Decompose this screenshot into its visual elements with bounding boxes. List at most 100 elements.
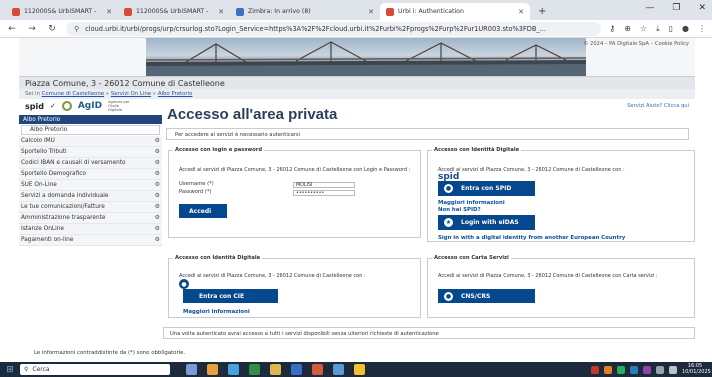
new-tab-button[interactable]: + bbox=[530, 6, 554, 20]
close-icon[interactable]: ✕ bbox=[106, 8, 112, 16]
eidas-login-button[interactable]: ★ Login with eIDAS bbox=[438, 215, 535, 230]
profile-icon[interactable]: ● bbox=[682, 24, 689, 34]
cns-button-label: CNS/CRS bbox=[461, 292, 491, 300]
sidebar-item-sue[interactable]: SUE On-Line ⚙ bbox=[19, 180, 162, 191]
bookmark-star-icon[interactable]: ☆ bbox=[640, 24, 647, 34]
tab-title: Urbi i: Authentication bbox=[398, 8, 464, 15]
login-submit-label: Accedi bbox=[189, 207, 212, 215]
back-icon[interactable]: ← bbox=[6, 24, 18, 34]
browser-tab-strip: 1120005& UrbiSMART - CONT... ✕ 1120005& … bbox=[0, 0, 712, 20]
sidebar-item-servizi-domanda[interactable]: Servizi a domanda individuale ⚙ bbox=[19, 191, 162, 202]
spid-more-info-link[interactable]: Maggiori informazioni bbox=[438, 200, 505, 206]
sidebar-subitem-albo-pretorio[interactable]: Albo Pretorio bbox=[21, 125, 160, 135]
task-view-icon[interactable] bbox=[186, 364, 197, 375]
urbi-favicon-icon bbox=[386, 7, 394, 16]
reload-icon[interactable]: ↻ bbox=[46, 24, 58, 34]
close-icon[interactable]: ✕ bbox=[368, 8, 374, 16]
auth-footer-note: Una volta autenticato avrai accesso a tu… bbox=[163, 327, 695, 339]
cie-more-info-link[interactable]: Maggiori informazioni bbox=[183, 309, 250, 315]
browser-tab-3[interactable]: Zimbra: In arrivo (8) ✕ bbox=[230, 3, 380, 20]
word-icon[interactable] bbox=[291, 364, 302, 375]
clock-date: 10/01/2025 bbox=[682, 368, 711, 375]
minimize-icon[interactable]: — bbox=[645, 3, 654, 13]
tray-app-icon[interactable] bbox=[604, 365, 612, 374]
copyright-link[interactable]: © 2024 – PA Digitale SpA – Cookie Policy bbox=[583, 41, 689, 47]
password-field[interactable]: •••••••••• bbox=[293, 190, 355, 196]
auth-notice: Per accedere ai servizi è necessario aut… bbox=[166, 128, 689, 140]
login-submit-button[interactable]: Accedi bbox=[179, 204, 227, 218]
sidebar-item-demografico[interactable]: Sportello Demografico ⚙ bbox=[19, 169, 162, 180]
spid-login-button[interactable]: ● Entra con SPID bbox=[438, 181, 535, 196]
folder-icon[interactable] bbox=[354, 364, 365, 375]
close-icon[interactable]: ✕ bbox=[518, 8, 524, 16]
address-bar[interactable]: ⚲ cloud.urbi.it/urbi/progs/urp/crsurlog.… bbox=[66, 21, 602, 36]
sidebar-item-trasparente[interactable]: Amministrazione trasparente ⚙ bbox=[19, 213, 162, 224]
browser-tab-4[interactable]: Urbi i: Authentication ✕ bbox=[380, 3, 530, 20]
sidebar-item-iban[interactable]: Codici IBAN e causali di versamento ⚙ bbox=[19, 158, 162, 169]
sidebar-item-calcolo-imu[interactable]: Calcolo IMU ⚙ bbox=[19, 136, 162, 147]
browser-tab-1[interactable]: 1120005& UrbiSMART - CONT... ✕ bbox=[6, 3, 118, 20]
sidebar-item-albo-pretorio[interactable]: Albo Pretorio bbox=[19, 115, 162, 124]
user-icon: ● bbox=[444, 184, 453, 193]
cie-login-button[interactable]: Entra con CIE bbox=[183, 289, 278, 303]
maximize-icon[interactable]: ❐ bbox=[672, 3, 680, 13]
breadcrumb-item-albo[interactable]: Albo Pretorio bbox=[158, 91, 193, 97]
breadcrumb-item-servizi[interactable]: Servizi On Line bbox=[111, 91, 151, 97]
download-icon[interactable]: ⤓ bbox=[656, 24, 660, 34]
sidebar-item-istanze[interactable]: Istanze OnLine ⚙ bbox=[19, 224, 162, 235]
taskbar-search[interactable]: ⚲ Cerca bbox=[20, 364, 170, 375]
eu-identity-link[interactable]: Sign in with a digital identity from ano… bbox=[438, 235, 625, 241]
browser-tab-2[interactable]: 1120005& UrbiSMART - Servizi ✕ bbox=[118, 3, 230, 20]
required-fields-note: Le informazioni contraddistinte da (*) s… bbox=[34, 350, 186, 356]
gear-icon: ⚙ bbox=[154, 236, 160, 243]
panel-legend: Accesso con Identità Digitale bbox=[432, 147, 522, 153]
password-key-icon[interactable]: ⚷ bbox=[609, 24, 615, 34]
sidebar-item-comunicazioni[interactable]: Le tue comunicazioni/Fatture ⚙ bbox=[19, 202, 162, 213]
volume-icon[interactable] bbox=[669, 365, 677, 374]
chrome-icon[interactable] bbox=[270, 364, 281, 375]
tray-app-icon[interactable] bbox=[630, 365, 638, 374]
breadcrumb-item-comune[interactable]: Comune di Castelleone bbox=[42, 91, 104, 97]
header-banner: © 2024 – PA Digitale SpA – Cookie Policy bbox=[19, 38, 695, 76]
site-info-icon[interactable]: ⚲ bbox=[74, 25, 79, 33]
forward-icon[interactable]: → bbox=[26, 24, 38, 34]
username-field[interactable]: MOLISI bbox=[293, 182, 355, 188]
sidebar-item-pagamenti[interactable]: Pagamenti on-line ⚙ bbox=[19, 235, 162, 246]
gear-icon: ⚙ bbox=[154, 137, 160, 144]
username-label: Username (*) bbox=[179, 181, 214, 187]
search-icon: ⚲ bbox=[24, 366, 29, 373]
tab-title: 1120005& UrbiSMART - CONT... bbox=[24, 8, 98, 15]
sidepanel-icon[interactable]: ▯ bbox=[669, 24, 673, 34]
windows-start-icon[interactable]: ⊞ bbox=[0, 365, 20, 375]
excel-icon[interactable] bbox=[249, 364, 260, 375]
card-icon: ● bbox=[444, 291, 453, 301]
breadcrumb: Sei in Comune di Castelleone » Servizi O… bbox=[19, 89, 695, 99]
outlook-icon[interactable] bbox=[333, 364, 344, 375]
menu-icon[interactable]: ⋮ bbox=[698, 24, 706, 34]
close-window-icon[interactable]: ✕ bbox=[698, 3, 706, 13]
edge-icon[interactable] bbox=[228, 364, 239, 375]
tray-app-icon[interactable] bbox=[643, 365, 651, 374]
browser-toolbar: ← → ↻ ⚲ cloud.urbi.it/urbi/progs/urp/crs… bbox=[0, 20, 712, 38]
no-spid-link[interactable]: Non hai SPID? bbox=[438, 207, 481, 213]
tray-app-icon[interactable] bbox=[617, 365, 625, 374]
sidebar-item-label: Amministrazione trasparente bbox=[21, 215, 106, 221]
agid-logo: AgID bbox=[77, 101, 103, 111]
sidebar-item-label: Istanze OnLine bbox=[21, 226, 64, 232]
powerpoint-icon[interactable] bbox=[312, 364, 323, 375]
eidas-button-label: Login with eIDAS bbox=[461, 219, 519, 226]
close-icon[interactable]: ✕ bbox=[218, 8, 224, 16]
network-icon[interactable] bbox=[656, 365, 664, 374]
comune-title: Piazza Comune, 3 - 26012 Comune di Caste… bbox=[19, 76, 695, 89]
cns-login-button[interactable]: ● CNS/CRS bbox=[438, 289, 535, 303]
panel-legend: Accesso con login e password bbox=[173, 147, 265, 153]
zoom-icon[interactable]: ⊕ bbox=[624, 24, 631, 34]
file-explorer-icon[interactable] bbox=[207, 364, 218, 375]
taskbar-search-label: Cerca bbox=[32, 366, 50, 373]
gear-icon: ⚙ bbox=[154, 159, 160, 166]
sidebar-item-tributi[interactable]: Sportello Tributi ⚙ bbox=[19, 147, 162, 158]
acrobat-icon[interactable] bbox=[591, 365, 599, 374]
taskbar-clock[interactable]: 16:05 10/01/2025 bbox=[682, 363, 711, 375]
spid-description: Accedi ai servizi di Piazza Comune, 3 - … bbox=[438, 167, 625, 173]
spid-logo: spid bbox=[25, 101, 44, 111]
